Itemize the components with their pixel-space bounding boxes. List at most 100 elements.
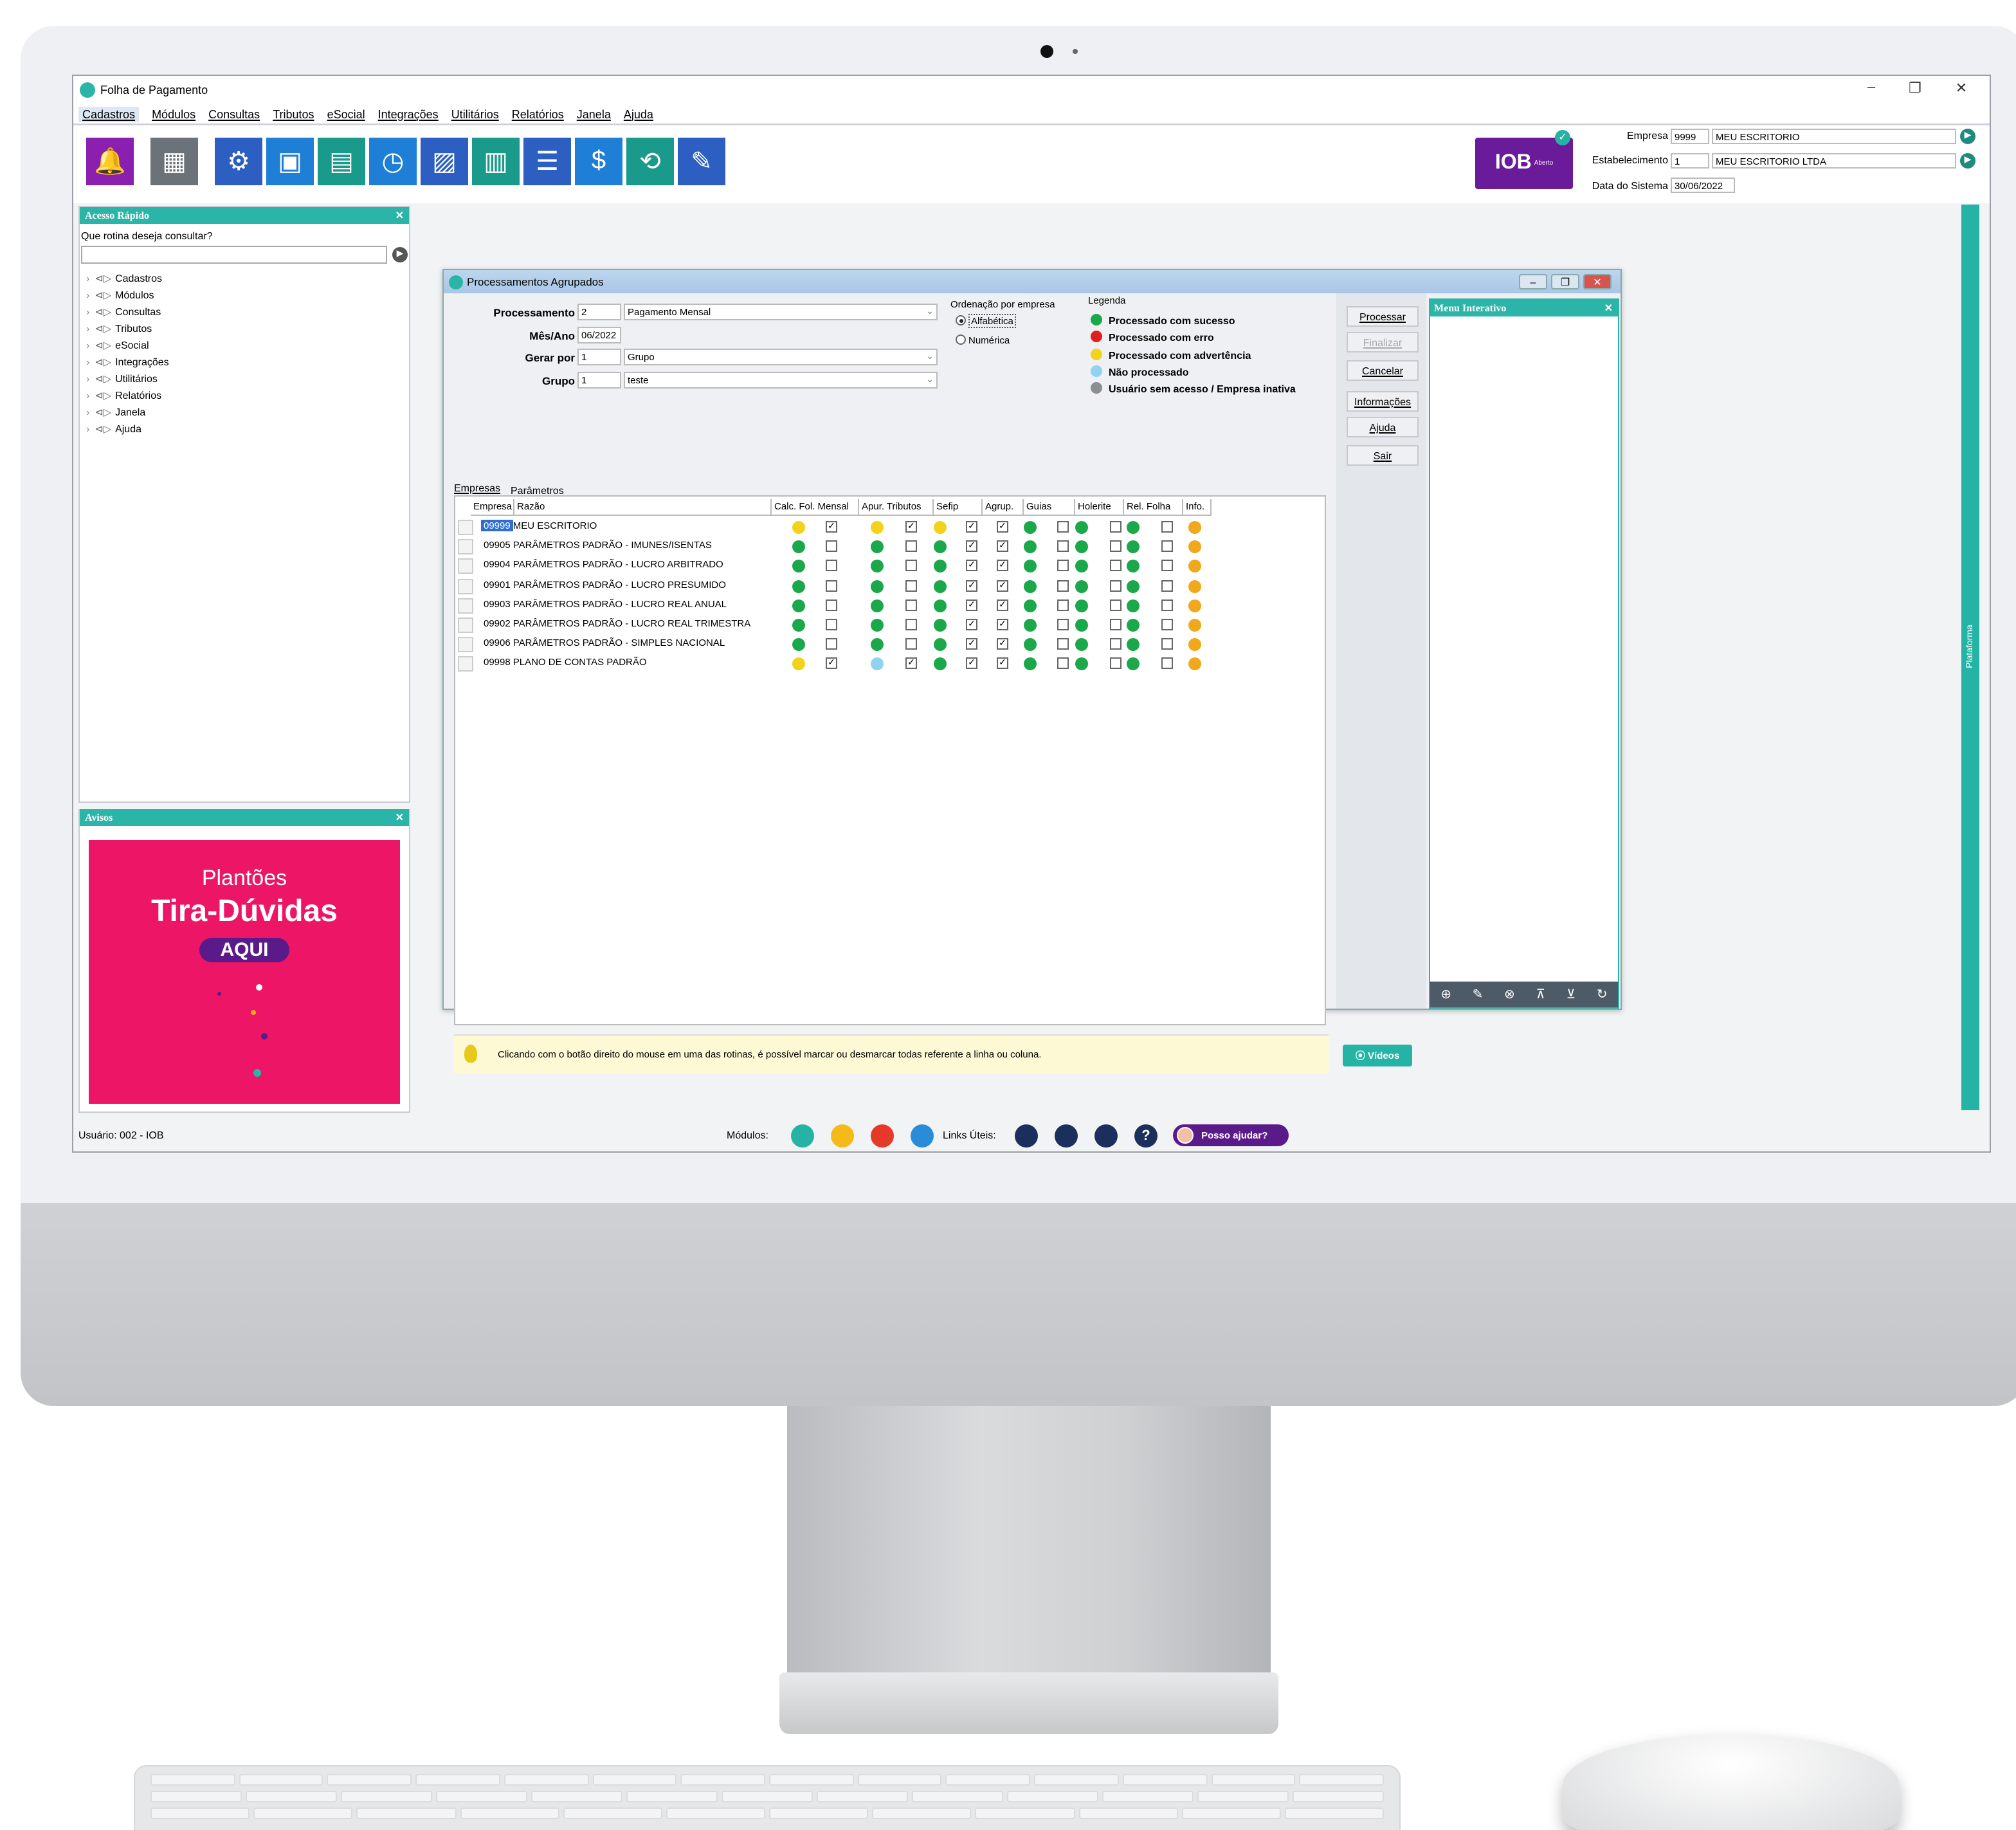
info-icon[interactable] — [1188, 580, 1201, 593]
videos-button[interactable]: ⦿ Vídeos — [1343, 1045, 1412, 1066]
table-add-icon[interactable]: ▤ — [318, 138, 365, 185]
tree-item-4[interactable]: › ⊲▷ eSocial — [86, 337, 169, 354]
search-go-icon[interactable]: ▶ — [392, 247, 408, 262]
rel-folha-checkbox[interactable] — [1161, 599, 1173, 611]
plantoes-banner[interactable]: Plantões Tira-Dúvidas AQUI — [89, 840, 400, 1104]
table-row[interactable]: 09901 PARÂMETROS PADRÃO - LUCRO PRESUMIDO… — [455, 576, 1325, 595]
holerite-checkbox[interactable] — [1110, 521, 1122, 533]
table-row[interactable]: 09906 PARÂMETROS PADRÃO - SIMPLES NACIONA… — [455, 634, 1325, 654]
tree-item-1[interactable]: › ⊲▷ Módulos — [86, 287, 169, 304]
empresa-code-field[interactable]: 9999 — [1671, 129, 1709, 144]
menu-tributos[interactable]: Tributos — [273, 107, 314, 120]
report-icon[interactable]: ☰ — [523, 138, 571, 185]
calendar-icon[interactable]: ▦ — [150, 138, 198, 185]
module-accounting-icon[interactable] — [911, 1124, 934, 1148]
rel-folha-checkbox[interactable] — [1161, 521, 1173, 533]
refresh-icon[interactable]: ⟲ — [626, 138, 674, 185]
holerite-checkbox[interactable] — [1110, 599, 1122, 611]
tree-item-9[interactable]: › ⊲▷ Ajuda — [86, 421, 169, 437]
agrup-checkbox[interactable]: ✓ — [997, 619, 1008, 630]
sair-button[interactable]: Sair — [1347, 445, 1419, 466]
info-icon[interactable] — [1188, 540, 1201, 554]
sefip-checkbox[interactable]: ✓ — [966, 619, 977, 630]
tree-item-7[interactable]: › ⊲▷ Relatórios — [86, 387, 169, 404]
move-down-icon[interactable]: ⊻ — [1566, 987, 1576, 1002]
close-button[interactable]: ✕ — [1951, 80, 1972, 96]
link-video-icon[interactable] — [1055, 1124, 1078, 1148]
holerite-checkbox[interactable] — [1110, 638, 1122, 650]
calc-fol-checkbox[interactable] — [826, 560, 837, 572]
info-icon[interactable] — [1188, 638, 1201, 652]
calc-fol-checkbox[interactable] — [826, 599, 837, 611]
close-icon[interactable]: ✕ — [395, 809, 404, 826]
guias-checkbox[interactable] — [1057, 657, 1069, 670]
data-sistema-field[interactable]: 30/06/2022 — [1671, 178, 1735, 193]
info-icon[interactable] — [1188, 619, 1201, 632]
column-header[interactable]: Apur. Tributos — [859, 499, 934, 516]
estabelecimento-code-field[interactable]: 1 — [1671, 153, 1709, 169]
agrup-checkbox[interactable]: ✓ — [997, 560, 1008, 572]
holerite-checkbox[interactable] — [1110, 580, 1122, 592]
guias-checkbox[interactable] — [1057, 540, 1069, 553]
calculator-icon[interactable]: ▥ — [472, 138, 520, 185]
agrup-checkbox[interactable]: ✓ — [997, 540, 1008, 553]
column-header[interactable]: Agrup. — [983, 499, 1024, 516]
row-selector[interactable] — [458, 578, 473, 594]
column-header[interactable]: Sefip — [934, 499, 983, 516]
sefip-checkbox[interactable]: ✓ — [966, 540, 977, 553]
dialog-minimize-button[interactable]: – — [1519, 274, 1547, 289]
info-icon[interactable] — [1188, 560, 1201, 573]
document-remove-icon[interactable]: ▨ — [421, 138, 468, 185]
tree-item-3[interactable]: › ⊲▷ Tributos — [86, 320, 169, 337]
tree-item-0[interactable]: › ⊲▷ Cadastros — [86, 270, 169, 287]
sefip-checkbox[interactable]: ✓ — [966, 657, 977, 670]
table-row[interactable]: 09903 PARÂMETROS PADRÃO - LUCRO REAL ANUA… — [455, 596, 1325, 615]
rel-folha-checkbox[interactable] — [1161, 619, 1173, 630]
grupo-code-field[interactable]: 1 — [577, 372, 621, 389]
dialog-close-button[interactable]: ✕ — [1583, 274, 1612, 289]
tab-empresas[interactable]: Empresas — [454, 482, 500, 494]
calendar-clock-icon[interactable]: ◷ — [369, 138, 417, 185]
tree-item-8[interactable]: › ⊲▷ Janela — [86, 404, 169, 421]
apur-tributos-checkbox[interactable]: ✓ — [905, 521, 917, 533]
menu-modulos[interactable]: Módulos — [152, 107, 195, 120]
calc-fol-checkbox[interactable]: ✓ — [826, 521, 837, 533]
table-row[interactable]: 09904 PARÂMETROS PADRÃO - LUCRO ARBITRADO… — [455, 556, 1325, 576]
calc-fol-checkbox[interactable]: ✓ — [826, 657, 837, 670]
remove-icon[interactable]: ⊗ — [1504, 987, 1515, 1002]
posso-ajudar-button[interactable]: Posso ajudar? — [1173, 1124, 1289, 1146]
calc-fol-checkbox[interactable] — [826, 638, 837, 650]
link-chat-icon[interactable] — [1015, 1124, 1038, 1148]
finalizar-button[interactable]: Finalizar — [1347, 332, 1419, 352]
agrup-checkbox[interactable]: ✓ — [997, 580, 1008, 592]
aqui-button[interactable]: AQUI — [199, 938, 289, 962]
column-header[interactable]: Empresa — [471, 499, 514, 516]
module-chart-icon[interactable] — [871, 1124, 894, 1148]
grupo-select[interactable]: teste ⌄ — [624, 372, 938, 389]
menu-relatorios[interactable]: Relatórios — [512, 107, 564, 120]
guias-checkbox[interactable] — [1057, 599, 1069, 611]
info-icon[interactable] — [1188, 657, 1201, 671]
row-selector[interactable] — [458, 558, 473, 574]
guias-checkbox[interactable] — [1057, 619, 1069, 630]
apur-tributos-checkbox[interactable] — [905, 560, 917, 572]
ordenacao-alfabetica-radio[interactable]: Alfabética — [956, 314, 1016, 328]
gerar-por-select[interactable]: Grupo ⌄ — [624, 349, 938, 365]
agrup-checkbox[interactable]: ✓ — [997, 638, 1008, 650]
apur-tributos-checkbox[interactable] — [905, 638, 917, 650]
informacoes-button[interactable]: Informações — [1347, 391, 1419, 412]
agrup-checkbox[interactable]: ✓ — [997, 657, 1008, 670]
bell-icon[interactable]: 🔔 — [86, 138, 134, 185]
calc-fol-checkbox[interactable] — [826, 540, 837, 553]
module-tax-icon[interactable] — [831, 1124, 854, 1148]
rel-folha-checkbox[interactable] — [1161, 560, 1173, 572]
add-icon[interactable]: ⊕ — [1440, 987, 1451, 1002]
estabelecimento-name-select[interactable]: MEU ESCRITORIO LTDA — [1712, 153, 1956, 169]
help-icon[interactable]: ? — [1134, 1124, 1158, 1148]
sefip-checkbox[interactable]: ✓ — [966, 599, 977, 611]
apur-tributos-checkbox[interactable] — [905, 599, 917, 611]
holerite-checkbox[interactable] — [1110, 560, 1122, 572]
sefip-checkbox[interactable]: ✓ — [966, 580, 977, 592]
menu-consultas[interactable]: Consultas — [208, 107, 260, 120]
quick-access-search-input[interactable] — [81, 246, 387, 264]
